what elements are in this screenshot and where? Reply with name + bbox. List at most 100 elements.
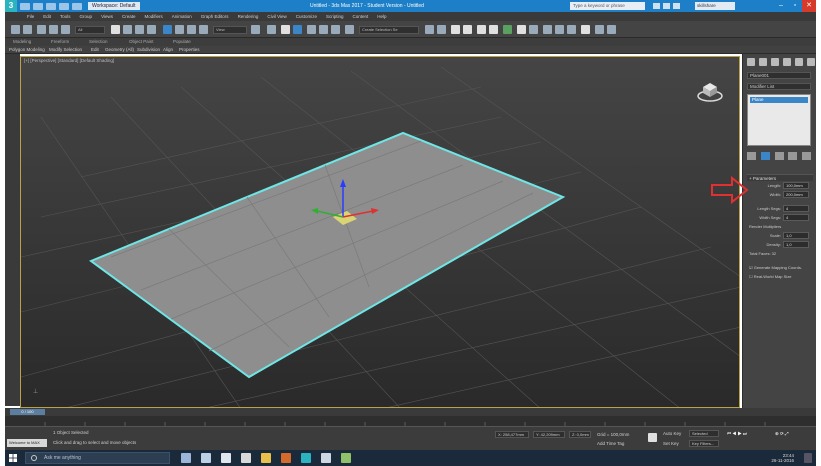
ribbon-geometry[interactable]: Geometry (All) (105, 47, 134, 52)
set-key-button[interactable]: Set Key (663, 441, 679, 446)
window-crossing-icon[interactable] (147, 25, 156, 34)
tab-freeform[interactable]: Freeform (51, 39, 69, 44)
ribbon-align[interactable]: Align (163, 47, 173, 52)
mirror-icon[interactable] (425, 25, 434, 34)
motion-tab-icon[interactable] (783, 58, 791, 66)
select-object-icon[interactable] (111, 25, 120, 34)
snaps-toggle-icon[interactable] (293, 25, 302, 34)
redo-icon[interactable] (23, 25, 32, 34)
menu-animation[interactable]: Animation (172, 14, 192, 19)
paint-icon[interactable] (341, 453, 351, 463)
reference-coordinate-dropdown[interactable]: View (213, 26, 247, 34)
selection-filter-dropdown[interactable]: All (75, 26, 105, 34)
render-iterative-icon[interactable] (555, 25, 564, 34)
hierarchy-tab-icon[interactable] (771, 58, 779, 66)
select-by-name-icon[interactable] (123, 25, 132, 34)
new-icon[interactable] (20, 2, 30, 10)
windows-start-icon[interactable] (9, 454, 17, 462)
close-button[interactable]: ✕ (802, 0, 816, 12)
minimize-button[interactable]: – (774, 0, 788, 12)
generate-mapping-checkbox[interactable]: ☑ Generate Mapping Coords. (749, 265, 802, 270)
playback-controls[interactable]: ⏮ ◀ ▶ ⏭ (727, 431, 747, 436)
ribbon-subdivision[interactable]: Subdivision (137, 47, 160, 52)
length-segs-spinner[interactable]: 4 (783, 205, 809, 212)
scale-spinner[interactable]: 1,0 (783, 232, 809, 239)
file-explorer-icon[interactable] (241, 453, 251, 463)
menu-civil-view[interactable]: Civil View (267, 14, 286, 19)
key-filters-button[interactable]: Key Filters... (689, 440, 719, 447)
make-unique-icon[interactable] (774, 152, 784, 160)
select-scale-icon[interactable] (187, 25, 196, 34)
tab-modeling[interactable]: Modeling (13, 39, 31, 44)
edge-icon[interactable] (221, 453, 231, 463)
edit-named-selections-icon[interactable] (345, 25, 354, 34)
cortana-icon[interactable] (181, 453, 191, 463)
modifier-list-dropdown[interactable]: Modifier List (747, 83, 811, 90)
configure-modifier-sets-icon[interactable] (802, 152, 811, 160)
menu-create[interactable]: Create (122, 14, 136, 19)
menu-tools[interactable]: Tools (60, 14, 71, 19)
ribbon-modify-selection[interactable]: Modify Selection (49, 47, 82, 52)
search-input[interactable]: Type a keyword or phrase (570, 2, 645, 10)
menu-help[interactable]: Help (377, 14, 386, 19)
a360-render-icon[interactable] (567, 25, 576, 34)
ribbon-properties[interactable]: Properties (179, 47, 200, 52)
ribbon-edit[interactable]: Edit (91, 47, 99, 52)
menu-content[interactable]: Content (353, 14, 369, 19)
auto-key-button[interactable]: Auto Key (663, 431, 681, 436)
select-manipulate-icon[interactable] (267, 25, 276, 34)
material-editor-icon[interactable] (503, 25, 512, 34)
track-bar[interactable] (5, 416, 816, 426)
time-slider-thumb[interactable]: 0 / 100 (10, 409, 45, 415)
render-in-cloud-icon[interactable] (581, 25, 590, 34)
menu-customize[interactable]: Customize (296, 14, 317, 19)
effects-icon[interactable] (607, 25, 616, 34)
save-icon[interactable] (46, 2, 56, 10)
remove-modifier-icon[interactable] (788, 152, 798, 160)
maximize-button[interactable]: ▫ (788, 0, 802, 12)
tab-selection[interactable]: Selection (89, 39, 108, 44)
help-icon[interactable] (673, 3, 680, 9)
menu-group[interactable]: Group (80, 14, 93, 19)
percent-snap-icon[interactable] (319, 25, 328, 34)
firefox-icon[interactable] (281, 453, 291, 463)
open-icon[interactable] (33, 2, 43, 10)
environment-icon[interactable] (595, 25, 604, 34)
object-name-field[interactable]: Plane001 (747, 72, 811, 79)
undo-icon[interactable] (11, 25, 20, 34)
star-icon[interactable] (663, 3, 670, 9)
align-icon[interactable] (437, 25, 446, 34)
schematic-view-icon[interactable] (489, 25, 498, 34)
spinner-snap-icon[interactable] (331, 25, 340, 34)
add-time-tag-button[interactable]: Add Time Tag (597, 441, 624, 446)
menu-graph-editors[interactable]: Graph Editors (201, 14, 229, 19)
stack-item-plane[interactable]: Plane (750, 97, 808, 103)
length-spinner[interactable]: 100,0mm (783, 182, 809, 189)
placement-icon[interactable] (199, 25, 208, 34)
photos-icon[interactable] (321, 453, 331, 463)
bind-space-warp-icon[interactable] (61, 25, 70, 34)
store-icon[interactable] (261, 453, 271, 463)
menu-file[interactable]: File (27, 14, 34, 19)
y-coordinate-field[interactable]: Y: 42,209mm (533, 431, 565, 438)
time-slider[interactable]: 0 / 100 (5, 408, 816, 416)
width-spinner[interactable]: 200,0mm (783, 191, 809, 198)
pivot-center-icon[interactable] (251, 25, 260, 34)
select-move-icon[interactable] (163, 25, 172, 34)
modify-tab-icon[interactable] (759, 58, 767, 66)
pin-stack-icon[interactable] (747, 152, 756, 160)
show-end-result-icon[interactable] (760, 152, 770, 160)
rectangular-selection-icon[interactable] (135, 25, 144, 34)
undo-icon[interactable] (59, 2, 69, 10)
ribbon-polygon-modeling[interactable]: Polygon Modeling (9, 47, 45, 52)
selected-dropdown[interactable]: Selected (689, 430, 719, 437)
viewcube-icon[interactable] (697, 77, 723, 103)
set-key-big-icon[interactable] (648, 433, 657, 442)
x-coordinate-field[interactable]: X: 258,477mm (495, 431, 529, 438)
named-selection-dropdown[interactable]: Create Selection Se (359, 26, 419, 34)
task-view-icon[interactable] (201, 453, 211, 463)
viewport-navigation-icons[interactable]: ⊕ ⟳ ⤢ (775, 431, 789, 437)
create-tab-icon[interactable] (747, 58, 755, 66)
layer-explorer-icon[interactable] (451, 25, 460, 34)
binoculars-icon[interactable] (653, 3, 660, 9)
